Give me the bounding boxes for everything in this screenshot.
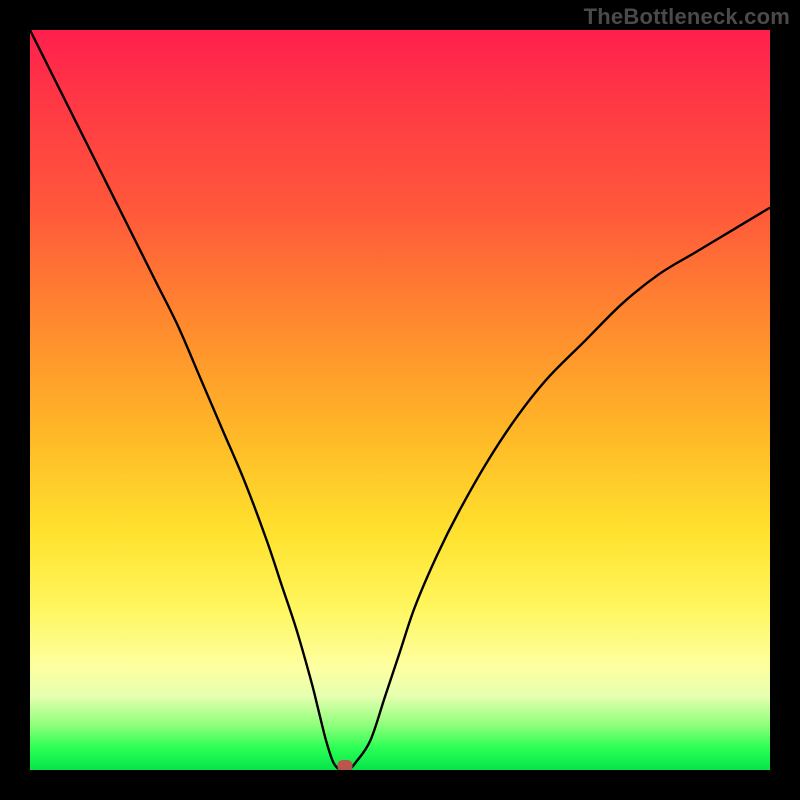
chart-frame: TheBottleneck.com: [0, 0, 800, 800]
plot-area: [30, 30, 770, 770]
curve-path: [30, 30, 770, 770]
optimum-marker: [337, 760, 352, 770]
watermark-text: TheBottleneck.com: [584, 4, 790, 30]
bottleneck-curve: [30, 30, 770, 770]
